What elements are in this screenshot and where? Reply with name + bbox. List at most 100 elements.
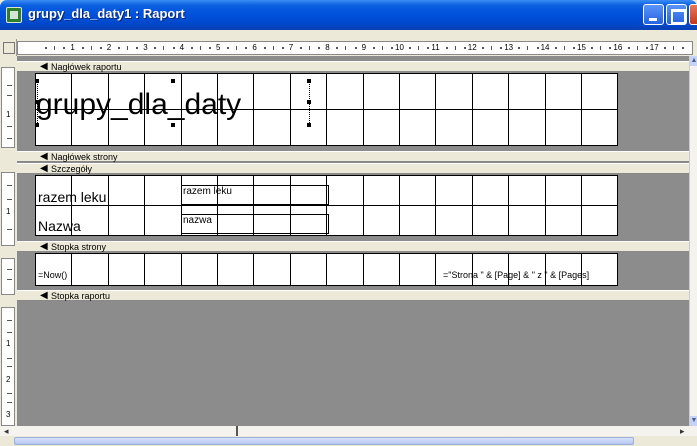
report-title-label[interactable]: grupy_dla_daty bbox=[36, 84, 308, 126]
razem-leku-textbox[interactable]: razem leku bbox=[181, 185, 329, 205]
vertical-scrollbar[interactable]: ▲ ▼ bbox=[689, 56, 697, 426]
ruler-tick bbox=[154, 47, 157, 49]
scroll-splitter[interactable] bbox=[236, 426, 238, 436]
window-title: grupy_dla_daty1 : Raport bbox=[28, 6, 185, 21]
section-marker-icon: ◀ bbox=[40, 151, 48, 162]
ruler-tick bbox=[663, 47, 666, 49]
grid-line bbox=[35, 253, 36, 286]
vruler-page-footer bbox=[1, 258, 15, 295]
section-marker-icon: ◀ bbox=[40, 290, 48, 301]
ruler-number: 17 bbox=[649, 43, 659, 52]
section-bar-report-footer[interactable]: ◀ Stopka raportu bbox=[17, 290, 689, 301]
ruler-number: 3 bbox=[143, 43, 148, 52]
horizontal-scroll-thumb[interactable] bbox=[14, 437, 634, 445]
grid-line bbox=[181, 253, 182, 286]
section-marker-icon: ◀ bbox=[40, 61, 48, 72]
ruler-tick bbox=[563, 46, 565, 50]
ruler-number: 6 bbox=[252, 43, 257, 52]
vruler-number: 1 bbox=[6, 110, 11, 119]
ruler-tick bbox=[372, 47, 375, 49]
section-bar-detail[interactable]: ◀ Szczegóły bbox=[17, 163, 689, 174]
scroll-down-arrow-icon[interactable]: ▼ bbox=[690, 416, 697, 426]
grid-line bbox=[35, 73, 618, 74]
section-label: Stopka strony bbox=[51, 242, 107, 252]
grid-line bbox=[617, 253, 618, 286]
vruler-detail: 1 bbox=[1, 172, 15, 246]
ruler-tick bbox=[554, 47, 557, 49]
grid-line bbox=[35, 175, 618, 176]
ruler-tick bbox=[381, 46, 383, 50]
horizontal-scrollbar-row: ◂ ▸ bbox=[0, 426, 697, 436]
ruler-tick bbox=[609, 47, 612, 49]
close-button[interactable] bbox=[689, 4, 697, 25]
ruler-tick bbox=[117, 47, 120, 49]
section-marker-icon: ◀ bbox=[40, 241, 48, 252]
ruler-tick bbox=[245, 47, 248, 49]
ruler-tick bbox=[81, 47, 84, 49]
ruler-number: 4 bbox=[179, 43, 185, 52]
section-bar-page-footer[interactable]: ◀ Stopka strony bbox=[17, 241, 689, 252]
section-bar-page-header[interactable]: ◀ Nagłówek strony bbox=[17, 151, 689, 162]
ruler-number: 11 bbox=[431, 43, 440, 52]
ruler-tick bbox=[427, 47, 430, 49]
nazwa-label[interactable]: Nazwa bbox=[38, 217, 172, 235]
page-count-textbox[interactable]: ="Strona " & [Page] & " z " & [Pages] bbox=[443, 269, 615, 281]
ruler-number: 13 bbox=[504, 43, 514, 52]
ruler-tick bbox=[454, 46, 456, 50]
ruler-tick bbox=[345, 46, 347, 50]
nazwa-textbox[interactable]: nazwa bbox=[181, 214, 329, 234]
vruler-report-footer: 1 2 3 bbox=[1, 307, 15, 426]
minimize-button[interactable] bbox=[643, 4, 664, 25]
ruler-tick bbox=[208, 47, 211, 49]
ruler-tick bbox=[318, 47, 321, 49]
razem-leku-label[interactable]: razem leku bbox=[38, 188, 172, 206]
grid-line bbox=[253, 253, 254, 286]
ruler-number: 10 bbox=[395, 43, 404, 52]
ruler-number: 12 bbox=[467, 43, 477, 52]
selection-outline bbox=[37, 81, 38, 125]
selection-handle[interactable] bbox=[171, 79, 175, 83]
ruler-tick bbox=[227, 47, 230, 49]
ruler-tick bbox=[390, 47, 393, 49]
ruler-tick bbox=[491, 46, 492, 50]
ruler-tick bbox=[272, 46, 274, 50]
selection-outline bbox=[309, 81, 310, 125]
vruler-number: 2 bbox=[6, 375, 11, 384]
ruler-tick bbox=[263, 47, 266, 49]
ruler-tick bbox=[500, 47, 503, 49]
section-marker-icon: ◀ bbox=[40, 163, 48, 174]
horizontal-scrollbar[interactable] bbox=[0, 436, 697, 446]
scroll-up-arrow-icon[interactable]: ▲ bbox=[690, 56, 697, 66]
ruler-number: 9 bbox=[361, 43, 367, 52]
title-bar[interactable]: grupy_dla_daty1 : Raport bbox=[0, 0, 697, 30]
grid-line bbox=[35, 253, 618, 254]
section-bar-report-header[interactable]: ◀ Nagłówek raportu bbox=[17, 61, 689, 72]
ruler-tick bbox=[673, 46, 674, 50]
ruler-tick bbox=[354, 47, 357, 49]
ruler-number: 8 bbox=[325, 43, 330, 52]
selection-handle[interactable] bbox=[171, 123, 175, 127]
ruler-tick bbox=[409, 47, 412, 49]
maximize-button[interactable] bbox=[666, 4, 687, 25]
vruler-number: 1 bbox=[6, 339, 11, 348]
scroll-right-arrow-icon[interactable]: ▸ bbox=[680, 426, 690, 436]
scroll-left-arrow-icon[interactable]: ◂ bbox=[4, 426, 14, 436]
grid-line bbox=[290, 253, 291, 286]
ruler-tick bbox=[63, 47, 66, 49]
grid-line bbox=[217, 253, 218, 286]
ruler-tick bbox=[627, 47, 630, 49]
vertical-ruler[interactable]: 1 1 1 2 3 bbox=[0, 56, 17, 426]
ruler-tick bbox=[172, 47, 175, 49]
section-label: Nagłówek raportu bbox=[51, 62, 122, 72]
section-label: Szczegóły bbox=[51, 164, 93, 174]
ruler-tick bbox=[99, 47, 102, 49]
access-report-icon[interactable] bbox=[6, 7, 22, 23]
ruler-tick bbox=[163, 46, 165, 50]
grid-line bbox=[35, 145, 618, 146]
vruler-report-header: 1 bbox=[1, 67, 15, 148]
ruler-tick bbox=[445, 47, 448, 49]
horizontal-ruler[interactable]: 1 2 3 4 5 6 7 8 9 10 11 12 13 14 15 16 17 bbox=[17, 41, 693, 55]
ruler-corner-select-report[interactable] bbox=[0, 39, 17, 56]
ruler-tick bbox=[518, 47, 521, 49]
now-textbox[interactable]: =Now() bbox=[38, 269, 98, 281]
